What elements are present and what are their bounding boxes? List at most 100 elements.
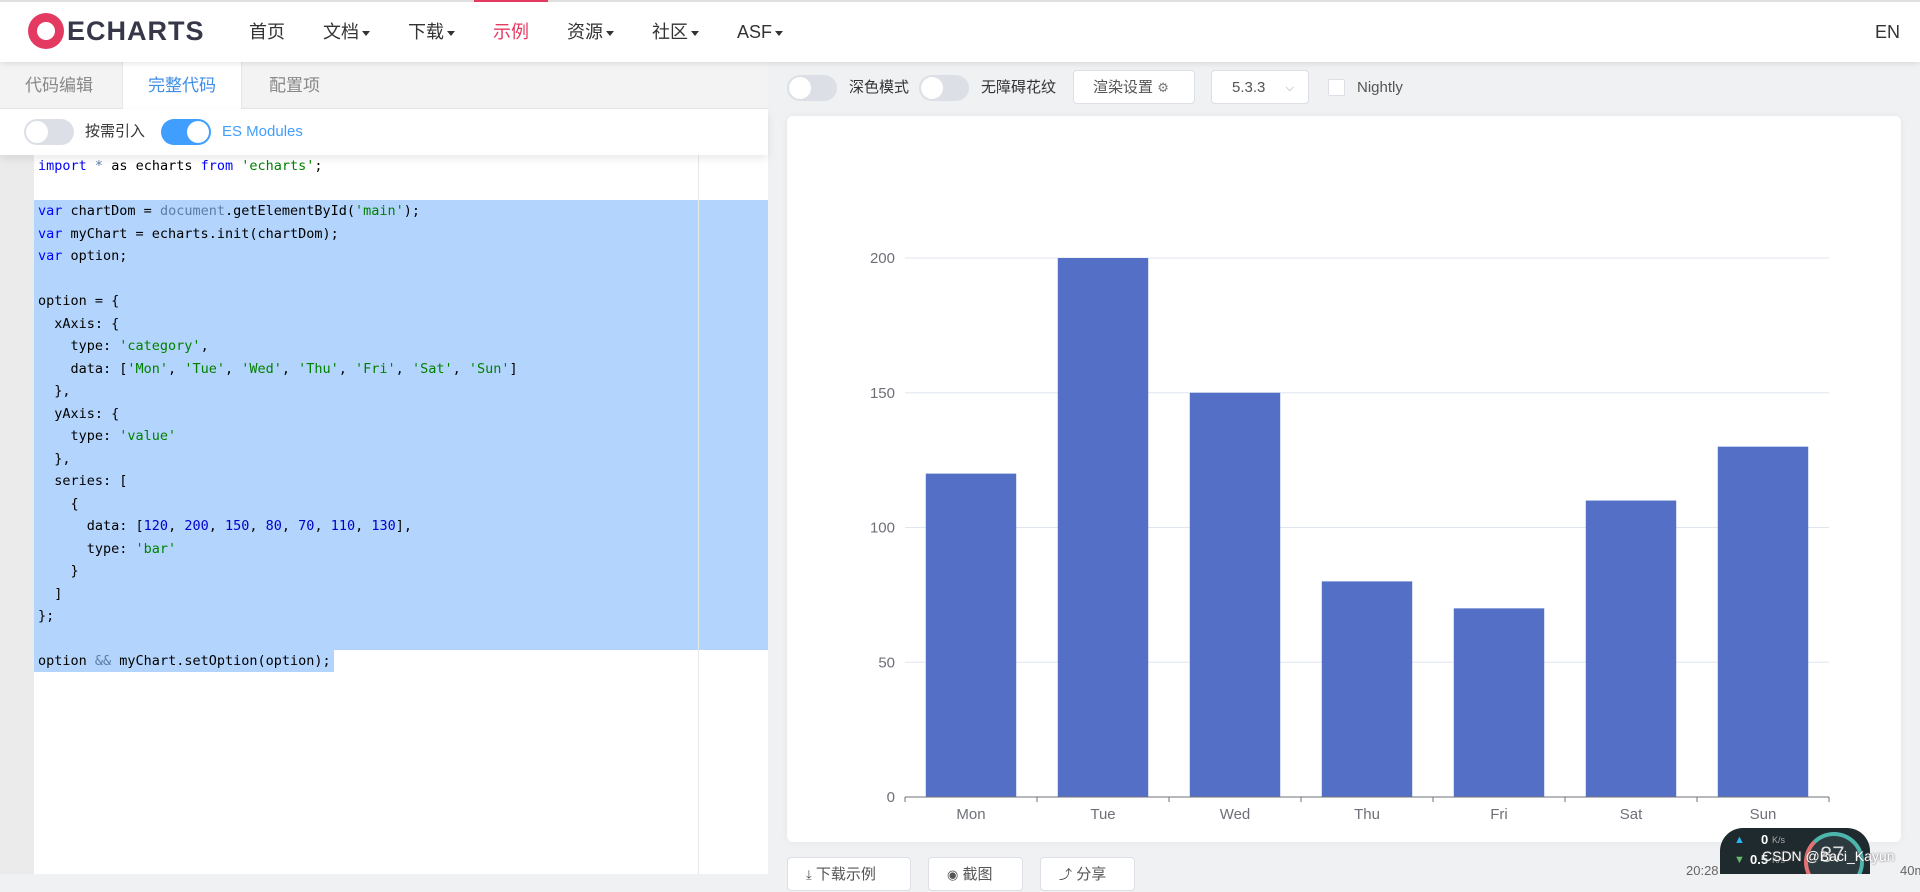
upload-unit: K/s [1772,835,1786,845]
code-line: }; [38,608,55,624]
x-tick-label: Sat [1620,806,1643,823]
y-tick-label: 150 [870,385,895,402]
y-tick-label: 200 [870,250,895,267]
code-line: type: 'bar' [38,540,177,557]
camera-icon: ◉ [947,867,959,882]
code-line: ​ [38,268,518,291]
x-tick-label: Tue [1090,806,1115,823]
code-line: series: [ [38,473,128,489]
nav-item-label: 下载 [408,22,444,42]
nav-item-1[interactable]: 文档 [304,0,389,62]
bar-tue [1057,258,1149,797]
download-label: 下载示例 [815,866,876,883]
code-line: option = { [38,293,120,309]
bar-thu [1321,581,1413,797]
code-line: data: [120, 200, 150, 80, 70, 110, 130], [38,518,413,534]
share-label: 分享 [1076,866,1107,883]
code-text[interactable]: import * as echarts from 'echarts'; ​ var … [38,155,518,673]
echarts-logo[interactable]: ECHARTS [28,13,205,49]
dark-mode-toggle[interactable] [787,75,837,101]
print-margin [698,155,699,874]
es-modules-toggle[interactable] [161,119,211,145]
bar-sun [1717,446,1809,797]
version-select[interactable]: 5.3.3 ⌵ [1211,70,1309,104]
caret-down-icon [362,30,370,36]
timestamp: 20:28 [1686,863,1719,878]
render-settings-label: 渲染设置 [1093,79,1154,96]
chevron-down-icon: ⌵ [1285,82,1294,94]
x-tick-label: Sun [1750,806,1777,823]
x-tick-label: Wed [1220,806,1251,823]
caret-down-icon [606,30,614,36]
version-value: 5.3.3 [1232,79,1266,96]
x-tick-label: Mon [956,806,985,823]
nav-item-label: 文档 [323,22,359,42]
share-button[interactable]: ⤴ 分享 [1040,857,1135,891]
nav-item-3[interactable]: 示例 [474,0,548,62]
bar-mon [925,473,1017,797]
screenshot-label: 截图 [962,866,993,883]
main-nav: 首页 文档 下载 示例 资源 社区 ASF [230,0,802,62]
bar-fri [1453,608,1545,797]
caret-down-icon [775,30,784,36]
nav-item-5[interactable]: 社区 [633,0,718,62]
gear-icon: ⚙ [1157,80,1169,95]
es-modules-label: ES Modules [222,123,303,140]
code-line: import * as echarts from 'echarts'; [38,158,323,174]
screenshot-button[interactable]: ◉ 截图 [928,857,1023,891]
code-line: type: 'category', [38,338,209,354]
code-line: } [38,563,79,579]
tab-full-code[interactable]: 完整代码 [122,62,242,109]
nav-item-4[interactable]: 资源 [548,0,633,62]
bar-sat [1585,500,1677,797]
download-example-button[interactable]: ⤓ 下载示例 [787,857,911,891]
language-switch[interactable]: EN [1875,0,1900,64]
x-tick-label: Fri [1490,806,1508,823]
upload-speed: 0 [1761,832,1769,847]
decal-label: 无障碍花纹 [981,79,1057,96]
bar-chart: 0 50 100 150 200 Mon Tue Wed Thu Fri Sat Sun [870,250,1830,823]
preview-toolbar: 深色模式 无障碍花纹 渲染设置 ⚙ 5.3.3 ⌵ Nightly [768,62,1920,112]
code-line: var option; [38,248,128,264]
editor-gutter [0,155,34,874]
nav-item-2[interactable]: 下载 [389,0,474,62]
editor-tabs: 代码编辑 完整代码 配置项 [0,62,768,109]
y-tick-label: 50 [878,654,895,671]
x-tick-label: Thu [1354,806,1380,823]
nav-item-6[interactable]: ASF [718,0,802,62]
code-line: }, [38,383,71,399]
bar-wed [1189,392,1281,797]
logo-text: ECHARTS [67,15,205,46]
share-icon: ⤴ [1059,867,1073,882]
on-demand-toggle[interactable] [24,119,74,145]
tab-options[interactable]: 配置项 [244,62,345,108]
download-arrow-icon: ▼ [1734,854,1745,866]
code-line: var myChart = echarts.init(chartDom); [38,225,339,242]
download-icon: ⤓ [806,867,812,882]
y-tick-label: 100 [870,520,895,537]
nav-item-label: 首页 [249,22,285,42]
nightly-label: Nightly [1357,79,1403,96]
nav-item-label: ASF [737,22,773,42]
nav-item-label: 资源 [567,22,603,42]
code-line: data: ['Mon', 'Tue', 'Wed', 'Thu', 'Fri'… [38,360,518,377]
tab-code-edit[interactable]: 代码编辑 [0,62,118,108]
watermark: CSDN @Baci_Kayun [1762,848,1895,864]
nightly-checkbox[interactable] [1328,79,1345,96]
code-line: var chartDom = document.getElementById('… [38,203,421,219]
code-editor[interactable]: import * as echarts from 'echarts'; ​ var … [0,155,768,874]
echarts-logo-icon [28,13,64,49]
code-line: ​ [38,178,518,201]
editor-options: 按需引入 ES Modules [0,109,768,155]
y-tick-label: 0 [887,789,895,806]
nav-item-label: 示例 [493,22,529,42]
code-line: option && myChart.setOption(option); [38,653,331,669]
decal-toggle[interactable] [919,75,969,101]
code-line: }, [38,450,71,467]
top-navbar: ECHARTS 首页 文档 下载 示例 资源 社区 ASF EN [0,0,1920,62]
code-line: ] [38,585,63,602]
render-settings-button[interactable]: 渲染设置 ⚙ [1073,70,1195,104]
chart-container: 0 50 100 150 200 Mon Tue Wed Thu Fri Sat Sun [787,116,1901,842]
nav-item-0[interactable]: 首页 [230,0,304,62]
render-time: 40ms [1900,863,1920,878]
